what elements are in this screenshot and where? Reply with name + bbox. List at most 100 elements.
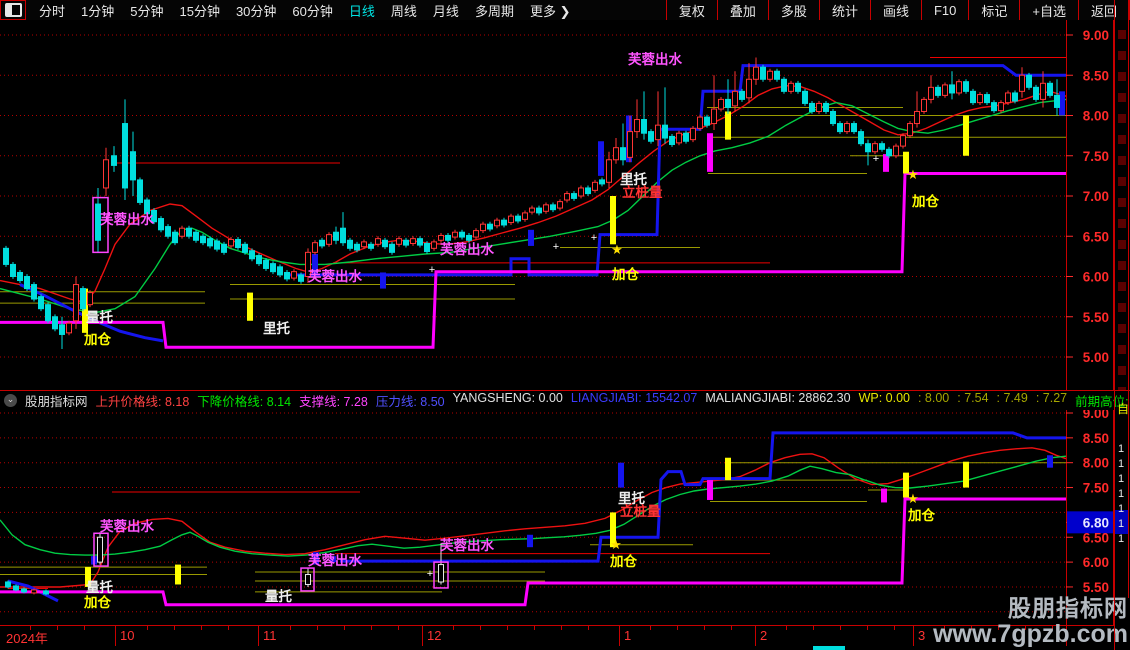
candle-body xyxy=(312,242,318,253)
chart-annotation: 芙蓉出水 xyxy=(440,241,494,257)
layout-icon[interactable] xyxy=(0,0,26,20)
candle-body xyxy=(767,70,773,80)
timeline-separator xyxy=(913,626,914,646)
candle-body xyxy=(228,238,234,247)
candle-body xyxy=(641,119,647,134)
axis-label: 7.50 xyxy=(1083,481,1109,496)
timeline-tick xyxy=(344,626,345,630)
menu-item-action-0[interactable]: 复权 xyxy=(665,0,717,20)
candle-body xyxy=(31,284,37,300)
timeline-separator xyxy=(755,626,756,646)
main-chart[interactable]: ++++★★芙蓉出水量托加仓里托芙蓉出水芙蓉出水芙蓉出水加仓里托立桩量加仓9.0… xyxy=(0,20,1130,390)
menu-item-period-9[interactable]: 多周期 xyxy=(468,1,521,20)
menu-item-period-4[interactable]: 30分钟 xyxy=(229,1,283,20)
candle-body xyxy=(31,589,37,594)
star-marker: ★ xyxy=(610,537,622,552)
timeline-tick xyxy=(290,626,291,630)
watermark-url: www.7gpzb.com xyxy=(933,619,1128,648)
chart-annotation: 芙蓉出水 xyxy=(308,552,362,568)
menu-item-action-7[interactable]: +自选 xyxy=(1019,0,1078,20)
watermark: 股朋指标网 www.7gpzb.com xyxy=(933,595,1128,648)
candle-body xyxy=(403,239,409,246)
candle-body xyxy=(585,187,591,195)
chevron-down-icon[interactable]: ⌄ xyxy=(4,394,17,407)
candle-body xyxy=(627,131,633,158)
candle-body xyxy=(795,82,801,92)
menu-item-action-4[interactable]: 画线 xyxy=(869,0,921,20)
candle-body xyxy=(3,247,9,265)
menu-item-period-8[interactable]: 月线 xyxy=(426,1,466,20)
menu-item-action-5[interactable]: F10 xyxy=(920,0,968,20)
candle-body xyxy=(578,187,584,197)
axis-label: 8.00 xyxy=(1083,109,1109,124)
candle-body xyxy=(389,243,395,253)
watermark-site-name: 股朋指标网 xyxy=(1008,595,1128,621)
candle-body xyxy=(879,143,885,150)
indicator-line-0 xyxy=(0,84,1067,304)
menu-item-period-2[interactable]: 5分钟 xyxy=(123,1,170,20)
candle-body xyxy=(809,102,815,112)
candle-body xyxy=(480,223,486,232)
chart-annotation: 芙蓉出水 xyxy=(308,268,362,284)
menu-item-action-6[interactable]: 标记 xyxy=(968,0,1019,20)
candle-body xyxy=(1019,74,1025,92)
candle-body xyxy=(697,116,703,129)
candle-body xyxy=(718,98,724,110)
marker-bar xyxy=(707,480,713,500)
indicator-line-1 xyxy=(0,98,1067,314)
candle-body xyxy=(984,94,990,104)
indicator-field: YANGSHENG: 0.00 xyxy=(452,391,563,405)
right-sidebar[interactable]: 自 1 1 1 1 1 1 1 xyxy=(1114,0,1130,650)
indicator-chart[interactable]: +★★芙蓉出水量托加仓 量托芙蓉出水芙蓉出水里托立桩量加仓加仓9.008.508.… xyxy=(0,410,1130,625)
candle-body xyxy=(207,238,213,247)
marker-bar xyxy=(725,457,731,481)
indicator-field: : 7.54 xyxy=(957,391,989,405)
menu-item-action-1[interactable]: 叠加 xyxy=(716,0,768,20)
sidebar-count: 1 xyxy=(1118,443,1125,455)
menu-item-period-6[interactable]: 日线 xyxy=(342,1,382,20)
sidebar-clipped-text xyxy=(1118,30,1126,390)
candle-body xyxy=(956,81,962,94)
candle-body xyxy=(10,263,16,278)
menu-item-action-3[interactable]: 统计 xyxy=(818,0,870,20)
candle-body xyxy=(802,90,808,104)
axis-label: 6.50 xyxy=(1083,229,1109,244)
timeline-separator xyxy=(619,626,620,646)
candle-body xyxy=(690,127,696,141)
candle-body xyxy=(466,234,472,241)
candle-body xyxy=(249,250,255,260)
candle-body xyxy=(361,241,367,248)
timeline-tick xyxy=(147,626,148,630)
timeline-tick xyxy=(588,626,589,630)
candle-body xyxy=(571,193,577,199)
indicator-source-title[interactable]: 股朋指标网 xyxy=(25,391,88,410)
menu-item-period-7[interactable]: 周线 xyxy=(384,1,424,20)
chart-annotation: 加仓 xyxy=(907,507,936,523)
candle-body xyxy=(921,98,927,112)
candle-body xyxy=(263,259,269,269)
menu-item-action-2[interactable]: 多股 xyxy=(767,0,819,20)
menu-item-period-10[interactable]: 更多 ❯ xyxy=(523,1,578,20)
candle-body xyxy=(235,238,241,249)
chart-annotation: 加仓 xyxy=(83,331,111,347)
candle-body xyxy=(487,223,493,230)
menu-item-period-3[interactable]: 15分钟 xyxy=(172,1,226,20)
candle-body xyxy=(907,123,913,137)
candle-body xyxy=(179,227,185,237)
candle-body xyxy=(963,81,969,92)
menu-item-period-5[interactable]: 60分钟 xyxy=(285,1,339,20)
doji-cross: + xyxy=(553,241,559,253)
sidebar-divider xyxy=(1114,0,1115,650)
candle-body xyxy=(38,296,44,310)
menu-item-period-1[interactable]: 1分钟 xyxy=(74,1,121,20)
marker-bar xyxy=(527,534,533,548)
timeline-tick xyxy=(677,626,678,630)
timeline-separator xyxy=(115,626,116,646)
layout-icon-glyph xyxy=(4,3,22,17)
candle-body xyxy=(620,147,626,161)
menu-item-period-0[interactable]: 分时 xyxy=(32,1,72,20)
candle-body xyxy=(669,135,675,145)
panel2-indicator-values: 上升价格线: 8.18 下降价格线: 8.14 支撑线: 7.28 压力线: 8.50… xyxy=(96,391,1130,410)
timeline-label-2: 11 xyxy=(263,628,277,643)
candle-body xyxy=(298,274,304,282)
